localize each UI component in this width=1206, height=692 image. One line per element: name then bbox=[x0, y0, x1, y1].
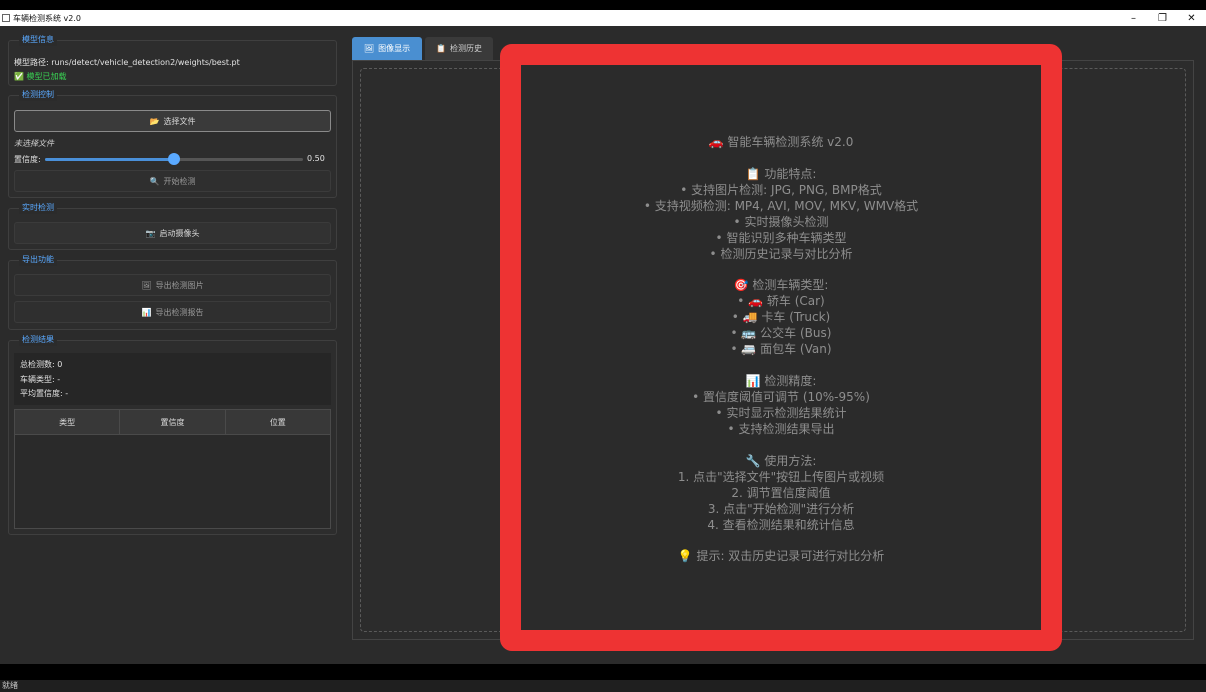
confidence-slider[interactable] bbox=[45, 153, 303, 165]
info-line bbox=[521, 358, 1041, 374]
info-line: 💡 提示: 双击历史记录可进行对比分析 bbox=[677, 549, 885, 564]
info-text-block: 🚗 智能车辆检测系统 v2.0 📋 功能特点: • 支持图片检测: JPG, PNG… bbox=[521, 135, 1041, 565]
export-image-button[interactable]: 🖼 导出检测图片 bbox=[14, 274, 331, 296]
tab-image-display-label: 图像显示 bbox=[378, 44, 411, 53]
detect-control-group: 检测控制 📂 选择文件 未选择文件 置信度: 0.50 🔍 开始检测 bbox=[8, 89, 337, 198]
info-line: 2. 调节置信度阈值 bbox=[731, 485, 831, 500]
info-line bbox=[521, 533, 1041, 549]
column-header-type[interactable]: 类型 bbox=[15, 410, 121, 434]
detect-control-title: 检测控制 bbox=[19, 89, 57, 101]
realtime-group: 实时检测 📷 启动摄像头 bbox=[8, 202, 337, 250]
window-title: 车辆检测系统 v2.0 bbox=[13, 13, 81, 23]
bottom-strip bbox=[0, 666, 1206, 678]
info-line bbox=[521, 438, 1041, 454]
info-line: • 🚗 轿车 (Car) bbox=[737, 294, 825, 309]
info-line: • 🚐 面包车 (Van) bbox=[730, 342, 832, 357]
info-line: 4. 查看检测结果和统计信息 bbox=[707, 517, 855, 532]
info-line: 🔧 使用方法: bbox=[745, 453, 817, 468]
info-line: • 检测历史记录与对比分析 bbox=[709, 246, 853, 261]
info-line: • 实时摄像头检测 bbox=[733, 214, 829, 229]
restore-button[interactable]: ❐ bbox=[1148, 10, 1177, 26]
info-line: • 支持检测结果导出 bbox=[727, 421, 835, 436]
start-detection-button[interactable]: 🔍 开始检测 bbox=[14, 170, 331, 192]
avg-confidence-stat: 平均置信度: - bbox=[20, 389, 69, 398]
vehicle-type-stat: 车辆类型: - bbox=[20, 375, 61, 384]
info-line: 1. 点击"选择文件"按钮上传图片或视频 bbox=[677, 469, 885, 484]
app-icon bbox=[2, 14, 10, 22]
folder-icon: 📂 bbox=[149, 116, 160, 126]
info-line: 3. 点击"开始检测"进行分析 bbox=[707, 501, 855, 516]
column-header-position[interactable]: 位置 bbox=[226, 410, 330, 434]
total-count: 总检测数: 0 bbox=[20, 360, 63, 369]
image-icon: 🖼 bbox=[363, 44, 375, 53]
no-file-label: 未选择文件 bbox=[14, 139, 54, 148]
results-title: 检测结果 bbox=[19, 334, 57, 346]
main-window: 模型信息 模型路径: runs/detect/vehicle_detection… bbox=[0, 26, 1206, 692]
model-info-group: 模型信息 模型路径: runs/detect/vehicle_detection… bbox=[8, 34, 337, 86]
info-line: • 实时显示检测结果统计 bbox=[715, 405, 847, 420]
info-line: • 置信度阈值可调节 (10%-95%) bbox=[692, 390, 870, 404]
chart-icon: 📊 bbox=[141, 307, 152, 317]
results-table[interactable]: 类型 置信度 位置 bbox=[14, 409, 331, 529]
close-button[interactable]: ✕ bbox=[1177, 10, 1206, 26]
start-detection-label: 开始检测 bbox=[163, 176, 196, 186]
results-group: 检测结果 总检测数: 0 车辆类型: - 平均置信度: - 类型 置信度 位置 bbox=[8, 334, 337, 535]
info-line: 🎯 检测车辆类型: bbox=[733, 278, 829, 293]
select-file-label: 选择文件 bbox=[163, 116, 196, 126]
results-stats: 总检测数: 0 车辆类型: - 平均置信度: - bbox=[14, 353, 331, 405]
info-line bbox=[521, 151, 1041, 167]
export-report-button[interactable]: 📊 导出检测报告 bbox=[14, 301, 331, 323]
export-report-label: 导出检测报告 bbox=[155, 307, 204, 317]
info-line: 📊 检测精度: bbox=[745, 374, 817, 389]
model-info-title: 模型信息 bbox=[19, 34, 57, 46]
tab-image-display[interactable]: 🖼 图像显示 bbox=[352, 37, 422, 60]
highlight-frame: 🚗 智能车辆检测系统 v2.0 📋 功能特点: • 支持图片检测: JPG, PNG… bbox=[500, 44, 1062, 651]
info-line: 🚗 智能车辆检测系统 v2.0 bbox=[708, 135, 854, 149]
tab-history-label: 检测历史 bbox=[449, 44, 482, 53]
window-titlebar: 车辆检测系统 v2.0 – ❐ ✕ bbox=[0, 10, 1206, 26]
camera-icon: 📷 bbox=[145, 228, 156, 238]
export-title: 导出功能 bbox=[19, 254, 57, 266]
start-camera-label: 启动摄像头 bbox=[159, 228, 200, 238]
info-line: • 支持图片检测: JPG, PNG, BMP格式 bbox=[680, 182, 882, 197]
status-bar: 就绪 bbox=[0, 680, 1206, 692]
results-table-header: 类型 置信度 位置 bbox=[15, 410, 330, 435]
confidence-slider-fill bbox=[45, 158, 174, 161]
info-line: • 智能识别多种车辆类型 bbox=[715, 230, 847, 245]
confidence-label: 置信度: bbox=[14, 155, 41, 164]
select-file-button[interactable]: 📂 选择文件 bbox=[14, 110, 331, 132]
export-image-label: 导出检测图片 bbox=[155, 280, 204, 290]
model-loaded-status: ✅ 模型已加载 bbox=[14, 72, 67, 81]
tab-history[interactable]: 📋 检测历史 bbox=[425, 37, 493, 60]
realtime-title: 实时检测 bbox=[19, 202, 57, 214]
info-line: • 🚌 公交车 (Bus) bbox=[730, 326, 832, 341]
export-group: 导出功能 🖼 导出检测图片 📊 导出检测报告 bbox=[8, 254, 337, 330]
info-line: 📋 功能特点: bbox=[745, 166, 817, 181]
image-icon: 🖼 bbox=[141, 280, 152, 290]
confidence-slider-handle[interactable] bbox=[168, 153, 180, 165]
info-line: • 🚚 卡车 (Truck) bbox=[731, 310, 831, 325]
confidence-value: 0.50 bbox=[307, 154, 325, 163]
column-header-confidence[interactable]: 置信度 bbox=[120, 410, 226, 434]
magnifier-icon: 🔍 bbox=[149, 176, 160, 186]
start-camera-button[interactable]: 📷 启动摄像头 bbox=[14, 222, 331, 244]
info-line: • 支持视频检测: MP4, AVI, MOV, MKV, WMV格式 bbox=[643, 198, 919, 213]
model-path-label: 模型路径: runs/detect/vehicle_detection2/wei… bbox=[14, 58, 240, 67]
minimize-button[interactable]: – bbox=[1119, 10, 1148, 26]
window-controls: – ❐ ✕ bbox=[1119, 10, 1206, 26]
info-line bbox=[521, 263, 1041, 279]
list-icon: 📋 bbox=[436, 44, 446, 53]
